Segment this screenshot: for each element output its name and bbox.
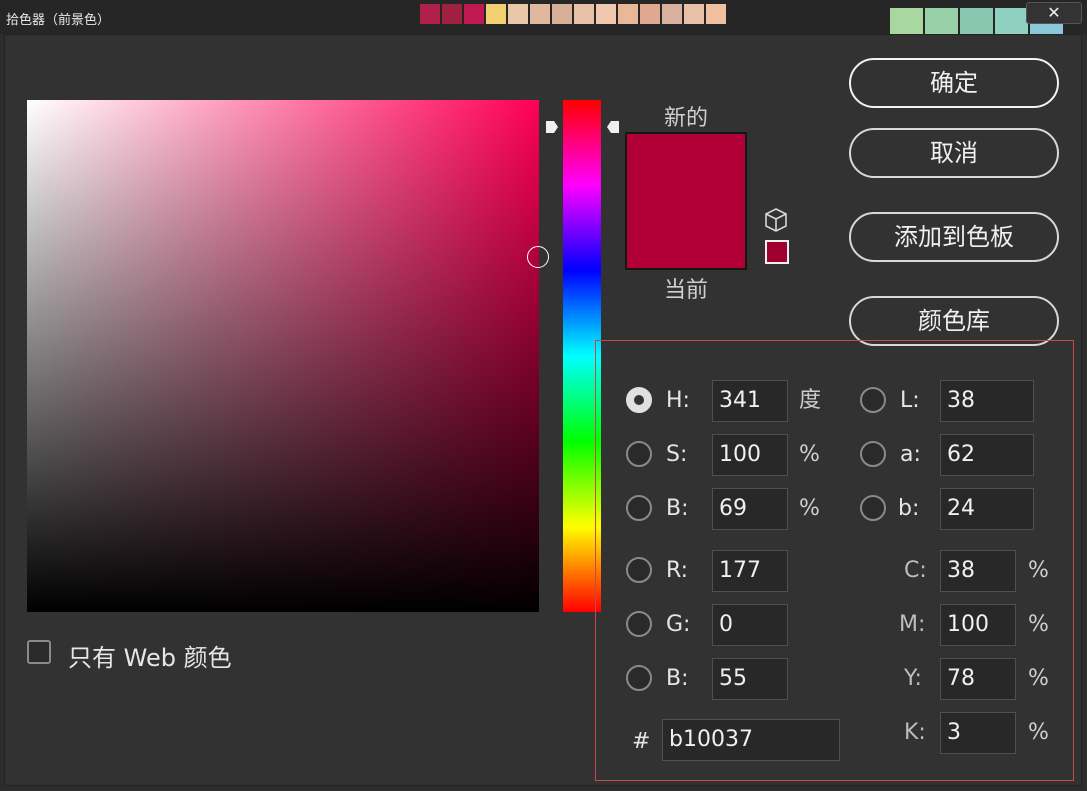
hue-slider-right-arrow-icon[interactable]	[606, 119, 620, 135]
background-swatch-strip	[420, 4, 728, 24]
hex-label: #	[632, 729, 651, 754]
background-swatch	[420, 4, 440, 24]
background-swatch	[574, 4, 594, 24]
background-swatch	[960, 8, 993, 34]
magenta-label: M:	[899, 612, 926, 637]
new-color-swatch	[627, 134, 745, 202]
web-colors-only-label: 只有 Web 颜色	[68, 644, 232, 672]
hue-input[interactable]: 341	[712, 380, 788, 422]
lab-b-radio[interactable]	[860, 495, 886, 521]
lightness-radio[interactable]	[860, 387, 886, 413]
magenta-input[interactable]: 100	[940, 604, 1016, 646]
background-swatch	[442, 4, 462, 24]
black-unit: %	[1028, 720, 1049, 745]
yellow-label: Y:	[904, 666, 922, 691]
cyan-label: C:	[904, 558, 927, 583]
black-input[interactable]: 3	[940, 712, 1016, 754]
saturation-radio[interactable]	[626, 441, 652, 467]
close-button[interactable]: ✕	[1026, 2, 1082, 24]
yellow-input[interactable]: 78	[940, 658, 1016, 700]
background-swatch	[684, 4, 704, 24]
background-swatch	[925, 8, 958, 34]
brightness-input[interactable]: 69	[712, 488, 788, 530]
color-preview	[625, 132, 747, 270]
lab-b-input[interactable]: 24	[940, 488, 1034, 530]
hue-unit: 度	[799, 388, 822, 413]
saturation-label: S:	[666, 442, 688, 467]
yellow-unit: %	[1028, 666, 1049, 691]
brightness-radio[interactable]	[626, 495, 652, 521]
saturation-unit: %	[799, 442, 820, 467]
lab-a-label: a:	[900, 442, 921, 467]
background-swatch	[662, 4, 682, 24]
hue-slider-left-arrow-icon[interactable]	[545, 119, 559, 135]
background-swatch	[464, 4, 484, 24]
black-label: K:	[904, 720, 926, 745]
blue-input[interactable]: 55	[712, 658, 788, 700]
blue-radio[interactable]	[626, 665, 652, 691]
background-swatch	[530, 4, 550, 24]
red-radio[interactable]	[626, 557, 652, 583]
saturation-input[interactable]: 100	[712, 434, 788, 476]
red-label: R:	[666, 558, 689, 583]
cube-icon[interactable]	[764, 207, 788, 233]
green-label: G:	[666, 612, 691, 637]
background-swatch	[995, 8, 1028, 34]
background-swatch	[486, 4, 506, 24]
background-swatch	[618, 4, 638, 24]
red-input[interactable]: 177	[712, 550, 788, 592]
background-swatch	[552, 4, 572, 24]
add-to-swatches-button[interactable]: 添加到色板	[849, 212, 1059, 262]
background-swatch	[596, 4, 616, 24]
hex-input[interactable]: b10037	[662, 719, 840, 761]
background-swatch	[890, 8, 923, 34]
cyan-input[interactable]: 38	[940, 550, 1016, 592]
background-swatch	[640, 4, 660, 24]
green-radio[interactable]	[626, 611, 652, 637]
brightness-label: B:	[666, 496, 689, 521]
current-color-swatch[interactable]	[627, 202, 745, 268]
background-swatch	[706, 4, 726, 24]
current-color-label: 当前	[663, 278, 708, 303]
saturation-brightness-field[interactable]	[27, 100, 539, 612]
window-title: 拾色器（前景色）	[6, 13, 111, 28]
lab-a-radio[interactable]	[860, 441, 886, 467]
brightness-unit: %	[799, 496, 820, 521]
blue-label: B:	[666, 666, 689, 691]
web-safe-color-swatch[interactable]	[765, 240, 789, 264]
cancel-button[interactable]: 取消	[849, 128, 1059, 178]
web-colors-only-checkbox[interactable]	[27, 640, 51, 664]
new-color-label: 新的	[663, 106, 708, 131]
green-input[interactable]: 0	[712, 604, 788, 646]
color-field-cursor[interactable]	[527, 246, 549, 268]
title-bar: 拾色器（前景色） ✕	[0, 0, 1087, 34]
lightness-label: L:	[900, 388, 920, 413]
magenta-unit: %	[1028, 612, 1049, 637]
cyan-unit: %	[1028, 558, 1049, 583]
hue-radio[interactable]	[626, 387, 652, 413]
hue-label: H:	[666, 388, 690, 413]
background-swatch	[508, 4, 528, 24]
lightness-input[interactable]: 38	[940, 380, 1034, 422]
ok-button[interactable]: 确定	[849, 58, 1059, 108]
lab-a-input[interactable]: 62	[940, 434, 1034, 476]
lab-b-label: b:	[898, 496, 920, 521]
color-libraries-button[interactable]: 颜色库	[849, 296, 1059, 346]
